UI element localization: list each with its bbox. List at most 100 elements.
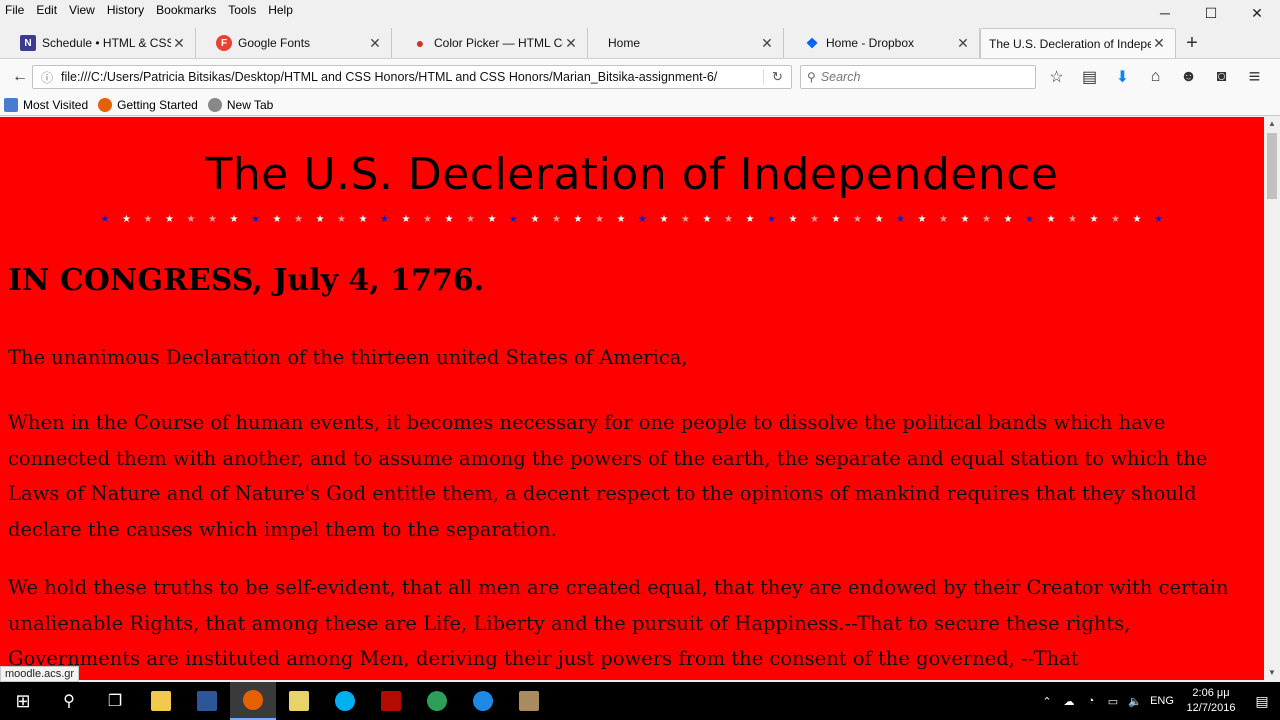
download-icon[interactable]: ⬇: [1106, 63, 1139, 91]
bookmarks-bar: Most Visited Getting Started New Tab: [0, 94, 1280, 116]
paragraph-intro: The unanimous Declaration of the thirtee…: [8, 346, 688, 369]
minimize-button[interactable]: ─: [1142, 0, 1188, 26]
green-app-icon[interactable]: [414, 682, 460, 720]
reader-list-icon[interactable]: ▤: [1073, 63, 1106, 91]
menu-help[interactable]: Help: [262, 0, 299, 20]
maximize-button[interactable]: ☐: [1188, 0, 1234, 26]
star-icon: ★: [724, 214, 733, 225]
star-icon: ★: [487, 214, 497, 225]
star-icon: ★: [939, 214, 948, 225]
star-icon: ★: [294, 214, 303, 225]
scroll-thumb[interactable]: [1267, 133, 1277, 199]
search-input[interactable]: ⚲ Search: [800, 65, 1036, 89]
menu-edit[interactable]: Edit: [30, 0, 63, 20]
system-tray: ⌃ ☁ ◔ ▭ 🔈 ENG 2:06 μμ 12/7/2016 ▤: [1036, 682, 1280, 720]
start-button[interactable]: ⊞: [0, 682, 46, 720]
star-icon: ★: [659, 214, 669, 225]
taskbar-search-icon[interactable]: ⚲: [46, 682, 92, 720]
search-icon: ⚲: [807, 70, 816, 84]
star-icon: ★: [315, 214, 325, 225]
star-icon: ★: [143, 214, 153, 225]
star-icon: ★: [616, 214, 626, 225]
tab-dropbox[interactable]: ❖ Home - Dropbox ✕: [784, 28, 980, 58]
bookmark-getting-started[interactable]: Getting Started: [98, 97, 198, 112]
star-icon: ★: [810, 214, 819, 225]
notifications-icon[interactable]: ▤: [1244, 693, 1280, 710]
most-visited-icon: [4, 97, 18, 112]
tab-home[interactable]: Home ✕: [588, 28, 784, 58]
star-icon: ★: [337, 214, 346, 225]
paragraph-course: When in the Course of human events, it b…: [8, 411, 1208, 541]
tab-schedule[interactable]: N Schedule • HTML & CSS ... ✕: [0, 28, 196, 58]
tab-declaration[interactable]: The U.S. Decleration of Indepe... ✕: [980, 28, 1176, 58]
dropbox-tray-icon[interactable]: ☁: [1058, 695, 1080, 708]
firefox-taskbar-icon[interactable]: [230, 682, 276, 720]
tab-color-picker[interactable]: ● Color Picker — HTML Col... ✕: [392, 28, 588, 58]
clock-time: 2:06 μμ: [1192, 687, 1230, 699]
folder-icon[interactable]: [276, 682, 322, 720]
star-icon: ★: [466, 214, 475, 225]
bookmark-star-icon[interactable]: ☆: [1040, 63, 1073, 91]
acrobat-icon[interactable]: [368, 682, 414, 720]
tab-close-icon[interactable]: ✕: [171, 35, 187, 52]
pocket-icon[interactable]: ◙: [1205, 63, 1238, 91]
tab-google-fonts[interactable]: F Google Fonts ✕: [196, 28, 392, 58]
tab-close-icon[interactable]: ✕: [1151, 35, 1167, 52]
congress-heading: IN CONGRESS, July 4, 1776.: [8, 263, 485, 298]
box-app-icon[interactable]: [506, 682, 552, 720]
tab-title: The U.S. Decleration of Indepe...: [989, 36, 1151, 51]
star-icon: ★: [423, 214, 432, 225]
skype-icon[interactable]: [322, 682, 368, 720]
new-tab-button[interactable]: +: [1176, 28, 1208, 58]
bookmark-most-visited[interactable]: Most Visited: [4, 97, 88, 112]
wifi-icon[interactable]: ◔: [1080, 695, 1102, 707]
bookmark-new-tab[interactable]: New Tab: [207, 97, 273, 112]
tab-close-icon[interactable]: ✕: [563, 35, 579, 52]
hamburger-menu-icon[interactable]: ≡: [1238, 63, 1271, 91]
menu-file[interactable]: File: [0, 0, 30, 20]
search-placeholder: Search: [820, 70, 861, 84]
toolbar-icons: ☆ ▤ ⬇ ⌂ ☻ ◙ ≡: [1040, 63, 1271, 91]
file-explorer-icon[interactable]: [138, 682, 184, 720]
taskbar: ⊞ ⚲ ❐ ⌃ ☁ ◔ ▭ 🔈 ENG 2:06 μμ 12/7/2016 ▤: [0, 682, 1280, 720]
star-icon: ★: [208, 214, 217, 225]
edge-icon[interactable]: [460, 682, 506, 720]
volume-icon[interactable]: 🔈: [1124, 695, 1146, 708]
close-window-button[interactable]: ✕: [1234, 0, 1280, 26]
language-indicator[interactable]: ENG: [1146, 695, 1178, 707]
tab-close-icon[interactable]: ✕: [759, 35, 775, 52]
menu-tools[interactable]: Tools: [222, 0, 262, 20]
clock[interactable]: 2:06 μμ 12/7/2016: [1178, 686, 1244, 716]
star-icon: ★: [165, 214, 174, 225]
url-bar[interactable]: ⓘ file:///C:/Users/Patricia Bitsikas/Des…: [32, 65, 792, 89]
task-view-icon[interactable]: ❐: [92, 682, 138, 720]
menu-history[interactable]: History: [101, 0, 150, 20]
tab-close-icon[interactable]: ✕: [955, 35, 971, 52]
battery-icon[interactable]: ▭: [1102, 695, 1124, 708]
menu-view[interactable]: View: [63, 0, 101, 20]
back-button[interactable]: ←: [6, 63, 34, 91]
chat-icon[interactable]: ☻: [1172, 63, 1205, 91]
scroll-down-arrow[interactable]: ▼: [1264, 666, 1280, 680]
tray-chevron-icon[interactable]: ⌃: [1036, 695, 1058, 708]
menu-bar: File Edit View History Bookmarks Tools H…: [0, 0, 1280, 20]
scroll-up-arrow[interactable]: ▲: [1264, 117, 1280, 131]
star-icon: ★: [1068, 214, 1077, 225]
url-text[interactable]: file:///C:/Users/Patricia Bitsikas/Deskt…: [57, 70, 763, 84]
star-icon: ★: [638, 214, 647, 225]
star-icon: ★: [1132, 214, 1142, 225]
page-content: The U.S. Decleration of Independence ★ ★ ★…: [0, 117, 1264, 680]
star-icon: ★: [1154, 214, 1163, 225]
reload-button[interactable]: ↻: [763, 69, 791, 85]
star-icon: ★: [1046, 214, 1056, 225]
menu-bookmarks[interactable]: Bookmarks: [150, 0, 222, 20]
word-icon[interactable]: [184, 682, 230, 720]
star-icon: ★: [1111, 214, 1120, 225]
tab-close-icon[interactable]: ✕: [367, 35, 383, 52]
page-title: The U.S. Decleration of Independence: [205, 149, 1059, 200]
home-icon[interactable]: ⌂: [1139, 63, 1172, 91]
star-icon: ★: [853, 214, 862, 225]
tab-title: Home: [608, 36, 641, 50]
info-icon[interactable]: ⓘ: [37, 69, 57, 86]
vertical-scrollbar[interactable]: ▲ ▼: [1264, 117, 1280, 680]
